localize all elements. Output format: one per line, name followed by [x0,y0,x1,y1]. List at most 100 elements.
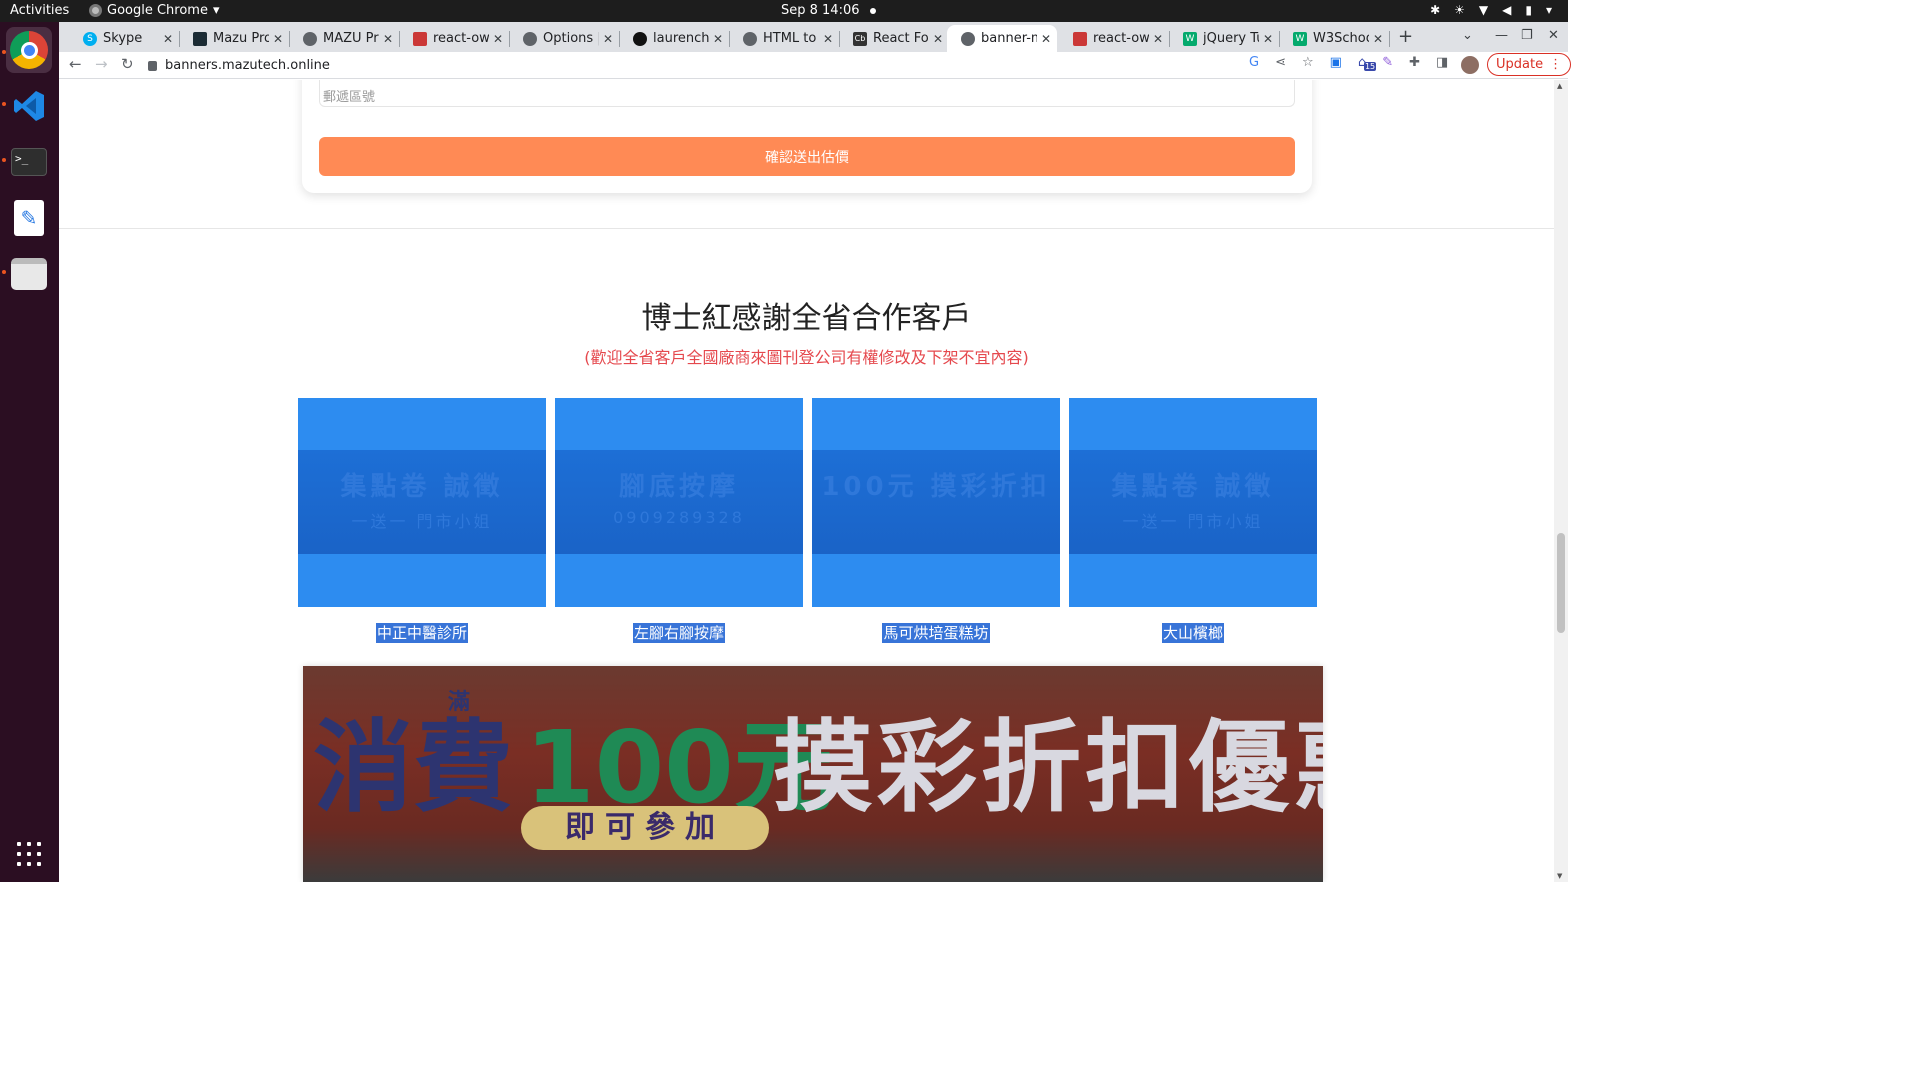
tab-skype[interactable]: S Skype ✕ [69,25,179,52]
dock-chrome[interactable] [6,27,52,73]
cast-icon[interactable]: ▣ [1330,55,1342,70]
toolbar-icons: G ⋖ ☆ ▣ ⌂ 15 ✎ ✚ ◨ [1249,55,1448,71]
forward-icon[interactable]: → [95,55,108,73]
tab-banner-active[interactable]: banner-ma ✕ [947,25,1057,52]
new-tab-button[interactable]: + [1398,26,1413,47]
app-menu[interactable]: Google Chrome ▾ [89,3,220,18]
clock-text: Sep 8 14:06 [781,3,860,18]
partner-sign-subtext: 一送一 門市小姐 [1122,512,1264,531]
partner-image[interactable]: 100元 摸彩折扣 [812,398,1060,607]
close-icon[interactable]: ✕ [713,32,723,46]
globe-icon [961,31,975,46]
puzzle-extensions-icon[interactable]: ✚ [1409,55,1420,70]
update-button[interactable]: Update ⋮ [1487,53,1572,76]
minimize-icon[interactable]: — [1495,28,1508,43]
tab-options[interactable]: Options | ✕ [509,25,619,52]
tab-w3school[interactable]: W W3School ✕ [1279,25,1389,52]
close-icon[interactable]: ✕ [493,32,503,46]
tab-laurenche[interactable]: laurenche ✕ [619,25,729,52]
page-scrollbar[interactable]: ▲ ▼ [1554,80,1568,882]
section-subtitle: (歡迎全省客戶全國廠商來圖刊登公司有權修改及下架不宜內容) [584,348,1029,367]
activities-button[interactable]: Activities [10,3,69,18]
partner-image[interactable]: 集點卷 誠徵 一送一 門市小姐 [1069,398,1317,607]
close-icon[interactable]: ✕ [933,32,943,46]
partner-name[interactable]: 中正中醫診所 [298,622,546,643]
featured-banner-image[interactable]: 消費 滿 100元 摸彩折扣優惠 即可參加 [303,666,1323,882]
tab-react-owl-2[interactable]: react-owl- ✕ [1059,25,1169,52]
partner-card[interactable]: 100元 摸彩折扣 馬可烘培蛋糕坊 [812,398,1060,643]
pen-extension-icon[interactable]: ✎ [1382,55,1393,70]
partner-image[interactable]: 腳底按摩 0909289328 [555,398,803,607]
google-lens-icon[interactable]: G [1249,55,1259,70]
tab-title: react-owl- [433,31,489,46]
partner-name[interactable]: 左腳右腳按摩 [555,622,803,643]
tab-title: jQuery Tut [1203,31,1259,46]
vscode-icon [14,91,44,121]
scrollbar-thumb[interactable] [1557,533,1565,633]
partner-sign-subtext: 0909289328 [613,508,745,527]
bookmark-star-icon[interactable]: ☆ [1302,55,1314,70]
close-icon[interactable]: ✕ [603,32,613,46]
share-icon[interactable]: ⋖ [1275,55,1286,70]
partner-card[interactable]: 集點卷 誠徵 一送一 門市小姐 中正中醫診所 [298,398,546,643]
profile-avatar[interactable] [1461,56,1479,74]
code-sandbox-icon [193,31,207,46]
globe-icon [523,31,537,46]
page-viewport: 郵遞區號 確認送出估價 博士紅感謝全省合作客戶 (歡迎全省客戶全國廠商來圖刊登公… [59,80,1554,882]
tab-react-form[interactable]: Cb React Forr ✕ [839,25,949,52]
quote-form-card: 郵遞區號 確認送出估價 [302,80,1312,193]
partner-card[interactable]: 集點卷 誠徵 一送一 門市小姐 大山檳榔 [1069,398,1317,643]
tab-search-icon[interactable]: ⌄ [1462,28,1473,43]
partner-name[interactable]: 馬可烘培蛋糕坊 [812,622,1060,643]
tab-mazu-prod[interactable]: Mazu Prod ✕ [179,25,289,52]
w3schools-icon: W [1293,31,1307,46]
partner-sign-text: 集點卷 誠徵 [340,472,504,502]
close-icon[interactable]: ✕ [273,32,283,46]
close-icon[interactable]: ✕ [1263,32,1273,46]
address-bar[interactable]: banners.mazutech.online [148,54,1318,77]
close-icon[interactable]: ✕ [823,32,833,46]
close-icon[interactable]: ✕ [163,32,173,46]
system-tray[interactable]: ✱ ☀ ▼ ◀ ▮ ▾ [1430,3,1552,17]
reload-icon[interactable]: ↻ [121,55,134,73]
dock-terminal[interactable]: >_ [6,139,52,185]
partner-sign-subtext: 一送一 門市小姐 [351,512,493,531]
dock: >_ ✎ [0,22,59,882]
partner-sign-text: 集點卷 誠徵 [1111,472,1275,502]
extension-badge-icon[interactable]: ⌂ 15 [1358,55,1377,71]
back-icon[interactable]: ← [69,55,82,73]
scroll-down-icon[interactable]: ▼ [1557,872,1562,880]
partner-card[interactable]: 腳底按摩 0909289328 左腳右腳按摩 [555,398,803,643]
close-icon[interactable]: ✕ [1041,32,1051,46]
banner-text-full: 滿 [448,690,471,715]
dock-vscode[interactable] [6,83,52,129]
tab-mazu-pro[interactable]: MAZU Pro ✕ [289,25,399,52]
scroll-up-icon[interactable]: ▲ [1557,82,1562,90]
tab-react-owl[interactable]: react-owl- ✕ [399,25,509,52]
window-close-icon[interactable]: ✕ [1548,28,1559,43]
globe-icon [743,31,757,46]
close-icon[interactable]: ✕ [383,32,393,46]
restore-icon[interactable]: ❐ [1521,28,1533,43]
submit-quote-button[interactable]: 確認送出估價 [319,137,1295,176]
dock-files[interactable] [6,251,52,297]
close-icon[interactable]: ✕ [1153,32,1163,46]
side-panel-icon[interactable]: ◨ [1436,55,1448,70]
npm-icon [413,31,427,46]
lock-icon[interactable] [148,60,157,71]
tab-title: W3School [1313,31,1369,46]
tab-html-to-j[interactable]: HTML to J ✕ [729,25,839,52]
tab-jquery-tut[interactable]: W jQuery Tut ✕ [1169,25,1279,52]
show-applications-icon[interactable] [17,842,41,866]
partner-name[interactable]: 大山檳榔 [1069,622,1317,643]
browser-toolbar: ← → ↻ banners.mazutech.online G ⋖ ☆ ▣ ⌂ 1… [59,52,1572,79]
volume-icon: ◀ [1502,3,1512,17]
close-icon[interactable]: ✕ [1373,32,1383,46]
clock[interactable]: Sep 8 14:06 [781,3,876,18]
zip-code-input[interactable]: 郵遞區號 [319,80,1295,107]
partner-name-text: 中正中醫診所 [375,623,468,643]
dock-text-editor[interactable]: ✎ [6,195,52,241]
partner-image[interactable]: 集點卷 誠徵 一送一 門市小姐 [298,398,546,607]
partner-name-text: 左腳右腳按摩 [632,623,725,643]
partner-name-text: 大山檳榔 [1161,623,1224,643]
